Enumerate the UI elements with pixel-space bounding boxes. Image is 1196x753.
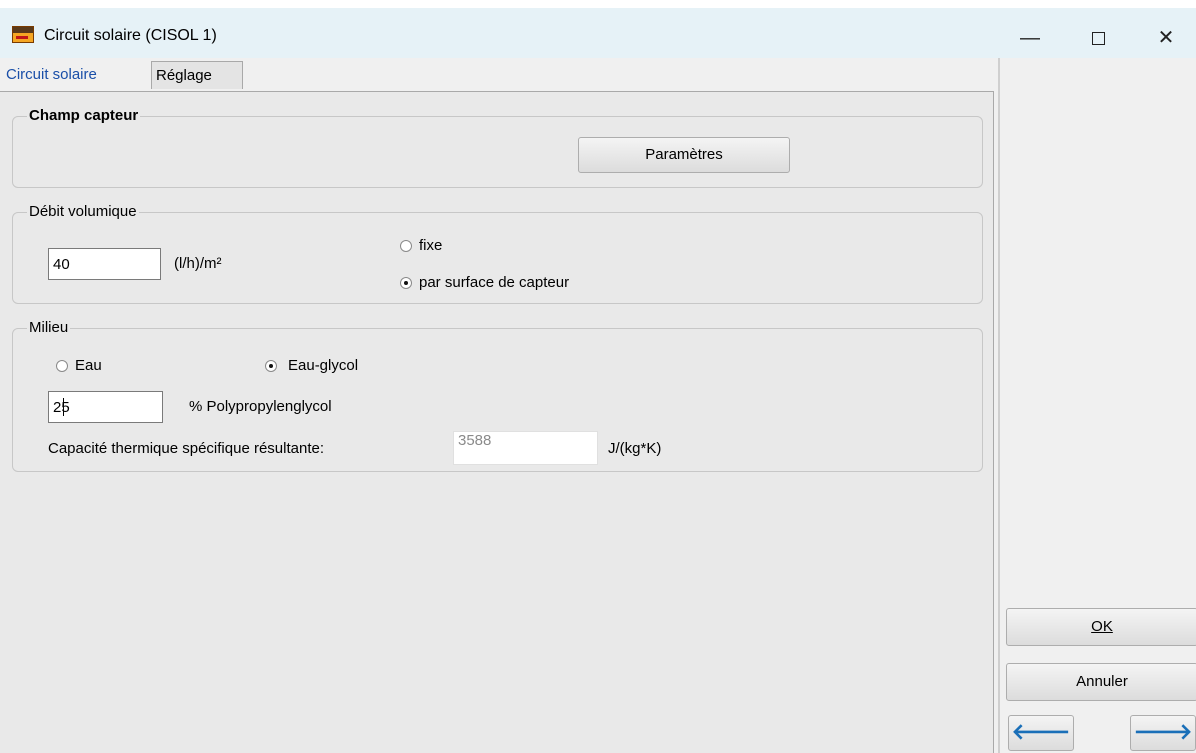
- radio-eau[interactable]: [56, 360, 68, 372]
- radio-fixe[interactable]: [400, 240, 412, 252]
- radio-fixe-label[interactable]: fixe: [419, 237, 442, 254]
- text-caret: [63, 398, 64, 416]
- group-champ-capteur-legend: Champ capteur: [27, 107, 141, 124]
- group-milieu-legend: Milieu: [27, 319, 71, 336]
- close-button[interactable]: ✕: [1146, 20, 1186, 56]
- radio-eau-glycol-label[interactable]: Eau-glycol: [288, 357, 358, 374]
- debit-unit-label: (l/h)/m²: [174, 255, 222, 272]
- radio-par-surface-label[interactable]: par surface de capteur: [419, 274, 569, 291]
- tab-page-circuit-solaire: Champ capteur Paramètres Débit volumique…: [0, 92, 994, 753]
- capacite-unit-label: J/(kg*K): [608, 440, 662, 457]
- next-button[interactable]: 🡒: [1130, 715, 1196, 751]
- tab-bar: Circuit solaire Réglage: [0, 58, 994, 92]
- title-bar: Circuit solaire (CISOL 1) — ✕: [0, 8, 1196, 58]
- ok-button-label: OK: [1091, 618, 1113, 635]
- maximize-icon: [1091, 32, 1105, 46]
- right-button-panel: OK Annuler 🡐 🡒: [998, 58, 1196, 753]
- arrow-right-icon: 🡒: [1133, 719, 1193, 744]
- group-milieu: Milieu Eau Eau-glycol % Polypropylenglyc…: [12, 319, 983, 472]
- parametres-button[interactable]: Paramètres: [578, 137, 790, 173]
- annuler-button[interactable]: Annuler: [1006, 663, 1196, 701]
- maximize-button[interactable]: [1078, 20, 1118, 56]
- tab-circuit-solaire[interactable]: Circuit solaire: [2, 61, 150, 89]
- glycol-label: % Polypropylenglycol: [189, 398, 332, 415]
- group-debit-volumique: Débit volumique (l/h)/m² fixe par surfac…: [12, 203, 983, 304]
- group-champ-capteur: Champ capteur Paramètres: [12, 107, 983, 188]
- glycol-percent-input[interactable]: [48, 391, 163, 423]
- window-title: Circuit solaire (CISOL 1): [44, 27, 217, 44]
- arrow-left-icon: 🡐: [1011, 719, 1071, 744]
- radio-par-surface[interactable]: [400, 277, 412, 289]
- radio-eau-glycol[interactable]: [265, 360, 277, 372]
- capacite-label: Capacité thermique spécifique résultante…: [48, 440, 324, 457]
- radio-eau-label[interactable]: Eau: [75, 357, 102, 374]
- previous-button[interactable]: 🡐: [1008, 715, 1074, 751]
- tab-reglage[interactable]: Réglage: [151, 61, 243, 89]
- ok-button[interactable]: OK: [1006, 608, 1196, 646]
- minimize-button[interactable]: —: [1010, 20, 1050, 56]
- window-client: Circuit solaire Réglage Champ capteur Pa…: [0, 58, 1196, 753]
- app-icon: [12, 26, 34, 43]
- group-debit-volumique-legend: Débit volumique: [27, 203, 139, 220]
- debit-input[interactable]: [48, 248, 161, 280]
- capacite-output: 3588: [453, 431, 598, 465]
